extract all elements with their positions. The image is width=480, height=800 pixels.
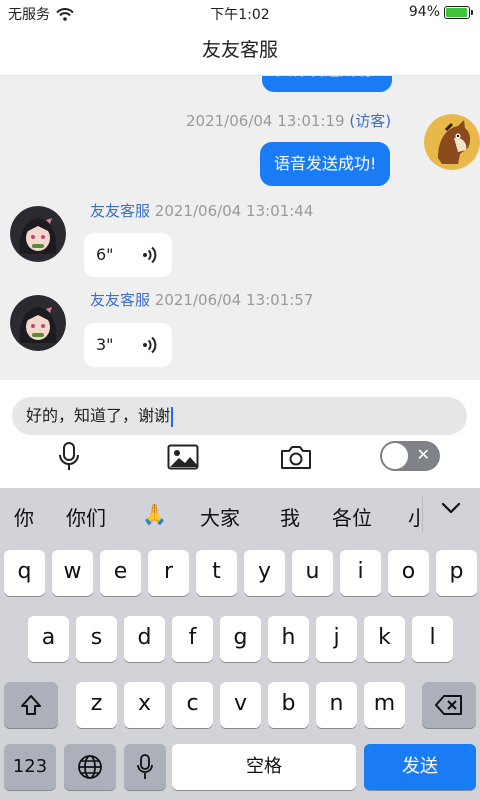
numbers-key[interactable]: 123 (4, 744, 56, 790)
battery-icon (444, 5, 473, 19)
voice-wave-icon (143, 246, 157, 264)
message-input-value: 好的，知道了，谢谢 (26, 406, 171, 425)
voice-button[interactable] (52, 440, 86, 474)
voice-message-2[interactable]: 3" (84, 323, 172, 367)
close-toggle[interactable]: ✕ (380, 441, 440, 471)
key-m[interactable]: m (364, 682, 405, 728)
key-d[interactable]: d (124, 616, 165, 662)
key-e[interactable]: e (100, 550, 141, 596)
key-n[interactable]: n (316, 682, 357, 728)
key-i[interactable]: i (340, 550, 381, 596)
chevron-down-icon[interactable] (440, 498, 462, 518)
partial-message-bubble: 文件发送成功! (262, 76, 393, 92)
microphone-icon (59, 442, 79, 470)
visitor-message-bubble[interactable]: 语音发送成功! (260, 142, 391, 186)
text-caret (171, 406, 174, 427)
voice-duration: 6" (96, 245, 114, 264)
image-button[interactable] (166, 440, 200, 474)
microphone-icon (137, 754, 153, 779)
agent-name[interactable]: 友友客服 (90, 291, 150, 309)
horse-avatar-icon (424, 114, 480, 170)
globe-key[interactable] (64, 744, 116, 790)
key-g[interactable]: g (220, 616, 261, 662)
agent-name[interactable]: 友友客服 (90, 202, 150, 220)
key-k[interactable]: k (364, 616, 405, 662)
agent-avatar[interactable] (10, 295, 66, 351)
dictation-key[interactable] (124, 744, 166, 790)
candidate[interactable]: 我 (280, 502, 300, 531)
visitor-tag: (访客) (349, 112, 392, 130)
key-x[interactable]: x (124, 682, 165, 728)
globe-icon (78, 755, 102, 779)
key-q[interactable]: q (4, 550, 45, 596)
shift-icon (21, 695, 41, 715)
candidate-divider (422, 496, 423, 532)
key-y[interactable]: y (244, 550, 285, 596)
visitor-avatar[interactable] (424, 114, 480, 170)
key-h[interactable]: h (268, 616, 309, 662)
page-title: 友友客服 (0, 24, 480, 76)
message-input[interactable]: 好的，知道了，谢谢 (12, 397, 467, 435)
key-l[interactable]: l (412, 616, 453, 662)
candidate-bar: 你 你们 🙏 大家 我 各位 小 (0, 488, 480, 540)
key-b[interactable]: b (268, 682, 309, 728)
key-v[interactable]: v (220, 682, 261, 728)
candidate[interactable]: 你 (14, 502, 34, 531)
close-icon: ✕ (416, 445, 430, 464)
visitor-meta: 2021/06/04 13:01:19 (访客) (186, 110, 391, 131)
key-z[interactable]: z (76, 682, 117, 728)
toggle-knob (382, 443, 408, 469)
key-f[interactable]: f (172, 616, 213, 662)
image-icon (167, 444, 199, 470)
camera-icon (281, 446, 311, 469)
camera-button[interactable] (279, 440, 313, 474)
key-c[interactable]: c (172, 682, 213, 728)
send-key[interactable]: 发送 (364, 744, 476, 790)
candidate[interactable]: 各位 (332, 502, 372, 531)
key-r[interactable]: r (148, 550, 189, 596)
key-j[interactable]: j (316, 616, 357, 662)
shift-key[interactable] (4, 682, 58, 728)
battery-group: 94% (408, 4, 473, 20)
candidate[interactable]: 你们 (66, 502, 106, 531)
delete-key[interactable] (422, 682, 476, 728)
battery-fill (446, 7, 467, 17)
key-s[interactable]: s (76, 616, 117, 662)
composer: 好的，知道了，谢谢 ✕ (0, 380, 480, 488)
agent-meta-1: 友友客服 2021/06/04 13:01:44 (90, 200, 313, 221)
status-bar: 无服务 下午1:02 94% (0, 0, 480, 24)
candidate[interactable]: 🙏 (142, 502, 167, 526)
key-p[interactable]: p (436, 550, 477, 596)
message-time: 2021/06/04 13:01:57 (154, 291, 314, 309)
key-w[interactable]: w (52, 550, 93, 596)
anime-avatar-icon (10, 206, 66, 262)
key-t[interactable]: t (196, 550, 237, 596)
candidate[interactable]: 大家 (200, 502, 240, 531)
voice-message-1[interactable]: 6" (84, 233, 172, 277)
keyboard: 你 你们 🙏 大家 我 各位 小 qwertyuiop asdfghjkl zx… (0, 488, 480, 800)
chat-area[interactable]: 文件发送成功! 2021/06/04 13:01:19 (访客) 语音发送成功!… (0, 76, 480, 380)
agent-meta-2: 友友客服 2021/06/04 13:01:57 (90, 289, 313, 310)
backspace-icon (435, 695, 462, 715)
candidate[interactable]: 小 (408, 502, 420, 531)
anime-avatar-icon (10, 295, 66, 351)
battery-percent: 94% (408, 4, 440, 20)
key-u[interactable]: u (292, 550, 333, 596)
key-o[interactable]: o (388, 550, 429, 596)
voice-wave-icon (143, 336, 157, 354)
voice-duration: 3" (96, 335, 114, 354)
message-time: 2021/06/04 13:01:44 (154, 202, 314, 220)
agent-avatar[interactable] (10, 206, 66, 262)
key-a[interactable]: a (28, 616, 69, 662)
visitor-time: 2021/06/04 13:01:19 (186, 112, 345, 130)
space-key[interactable]: 空格 (172, 744, 356, 790)
